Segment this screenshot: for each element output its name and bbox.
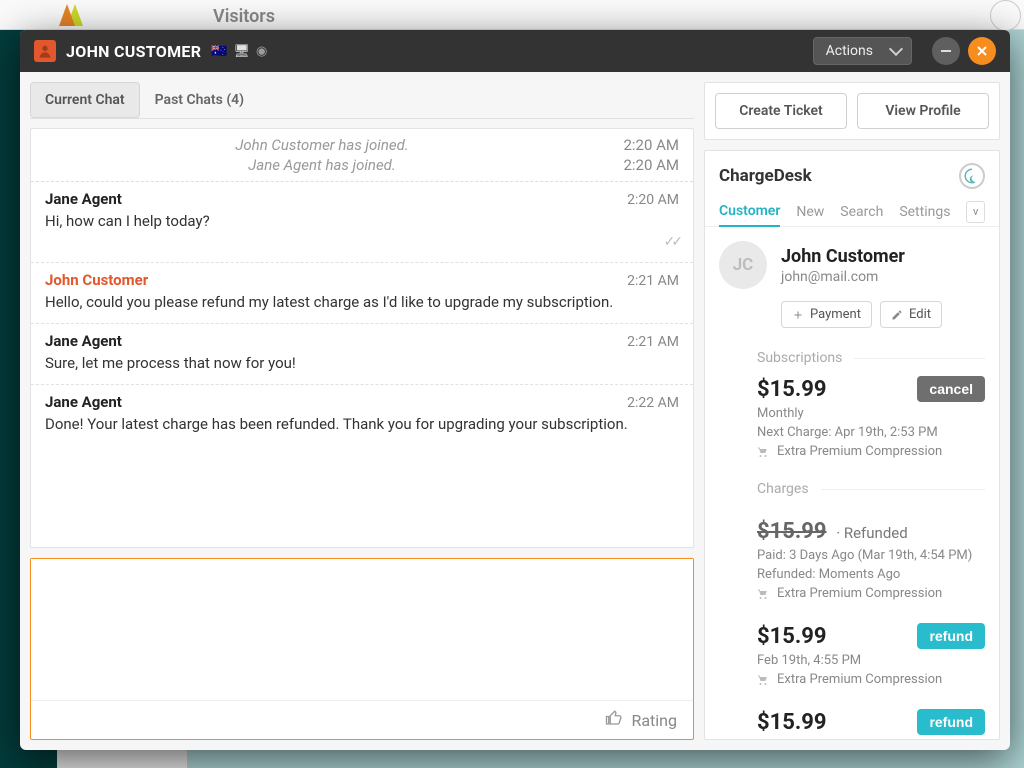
cd-customer-name: John Customer bbox=[781, 246, 905, 267]
system-event-text: Jane Agent has joined. bbox=[45, 156, 599, 174]
thumbs-up-icon[interactable] bbox=[605, 709, 623, 731]
chargedesk-title: ChargeDesk bbox=[719, 166, 812, 186]
subscription-interval: Monthly bbox=[757, 406, 985, 421]
system-event-time: 2:20 AM bbox=[599, 136, 679, 154]
minimize-button[interactable] bbox=[932, 37, 960, 65]
flag-icon: 🇦🇺 bbox=[211, 44, 227, 59]
chargedesk-panel: ChargeDesk Customer New Search Settings … bbox=[704, 150, 1000, 740]
cd-tab-customer[interactable]: Customer bbox=[719, 197, 780, 227]
chat-modal: JOHN CUSTOMER 🇦🇺 🖥 ◉ Actions Current Cha… bbox=[20, 30, 1010, 750]
create-ticket-button[interactable]: Create Ticket bbox=[715, 93, 847, 129]
profile-avatar[interactable] bbox=[990, 0, 1021, 31]
compose-box: Rating bbox=[30, 558, 694, 740]
subscription-amount: $15.99 bbox=[757, 377, 827, 402]
rating-label[interactable]: Rating bbox=[631, 711, 677, 730]
charge-item: $15.99 refund bbox=[757, 705, 985, 735]
cart-icon bbox=[757, 588, 769, 600]
chat-message: John Customer 2:21 AM Hello, could you ple… bbox=[31, 263, 693, 324]
charges-section-title: Charges bbox=[757, 481, 985, 497]
customer-avatar-icon bbox=[34, 40, 56, 62]
charge-product: Extra Premium Compression bbox=[757, 586, 985, 601]
charge-status: · Refunded bbox=[833, 524, 908, 542]
charge-item: $15.99 refund Feb 19th, 4:55 PM Extra Premi… bbox=[757, 619, 985, 687]
read-receipt-icon: ✓✓ bbox=[45, 234, 679, 250]
payment-label: Payment bbox=[810, 307, 861, 322]
charge-amount: $15.99 bbox=[757, 710, 827, 735]
charge-amount: $15.99 bbox=[757, 624, 827, 649]
message-time: 2:21 AM bbox=[627, 273, 679, 289]
customer-name: JOHN CUSTOMER bbox=[66, 42, 201, 61]
message-time: 2:22 AM bbox=[627, 395, 679, 411]
customer-initials-avatar: JC bbox=[719, 241, 767, 289]
charge-amount: $15.99 bbox=[757, 519, 827, 544]
chat-panel: John Customer has joined.2:20 AMJane Age… bbox=[30, 128, 694, 548]
app-logo-icon bbox=[58, 0, 90, 30]
chat-transcript: John Customer has joined.2:20 AMJane Age… bbox=[31, 129, 693, 547]
close-button[interactable] bbox=[968, 37, 996, 65]
refund-button[interactable]: refund bbox=[917, 709, 985, 735]
profile-actions-card: Create Ticket View Profile bbox=[704, 82, 1000, 140]
cart-icon bbox=[757, 674, 769, 686]
browser-icon: ◉ bbox=[256, 44, 267, 59]
charge-item: $15.99 · Refunded Paid: 3 Days Ago (Mar 1… bbox=[757, 515, 985, 601]
add-payment-button[interactable]: Payment bbox=[781, 301, 872, 328]
message-text: Hello, could you please refund my latest… bbox=[45, 293, 679, 311]
message-author: Jane Agent bbox=[45, 393, 122, 411]
edit-label: Edit bbox=[909, 307, 931, 322]
subscriptions-section-title: Subscriptions bbox=[757, 350, 985, 366]
cd-expand-button[interactable]: v bbox=[966, 201, 985, 223]
modal-titlebar: JOHN CUSTOMER 🇦🇺 🖥 ◉ Actions bbox=[20, 30, 1010, 72]
actions-dropdown[interactable]: Actions bbox=[813, 37, 912, 65]
system-event-text: John Customer has joined. bbox=[45, 136, 599, 154]
message-text: Sure, let me process that now for you! bbox=[45, 354, 679, 372]
chat-message: Jane Agent 2:20 AM Hi, how can I help toda… bbox=[31, 182, 693, 263]
plus-icon bbox=[792, 309, 804, 321]
desktop-icon: 🖥 bbox=[233, 44, 250, 59]
charge-date-line: Feb 19th, 4:55 PM bbox=[757, 653, 985, 668]
app-header bbox=[0, 0, 1024, 30]
message-author: Jane Agent bbox=[45, 190, 122, 208]
cd-tab-new[interactable]: New bbox=[796, 198, 824, 226]
charge-product: Extra Premium Compression bbox=[757, 672, 985, 687]
cd-tab-settings[interactable]: Settings bbox=[899, 198, 950, 226]
cd-tab-search[interactable]: Search bbox=[840, 198, 883, 226]
cd-customer-email: john@mail.com bbox=[781, 269, 905, 285]
chat-message: Jane Agent 2:22 AM Done! Your latest charg… bbox=[31, 385, 693, 445]
view-profile-button[interactable]: View Profile bbox=[857, 93, 989, 129]
chat-tabs: Current Chat Past Chats (4) bbox=[30, 82, 694, 119]
tab-past-chats[interactable]: Past Chats (4) bbox=[140, 82, 259, 118]
refund-button[interactable]: refund bbox=[917, 623, 985, 649]
tab-current-chat[interactable]: Current Chat bbox=[30, 82, 140, 118]
message-time: 2:21 AM bbox=[627, 334, 679, 350]
charge-refunded-line: Refunded: Moments Ago bbox=[757, 567, 985, 582]
chat-message: Jane Agent 2:21 AM Sure, let me process th… bbox=[31, 324, 693, 385]
pencil-icon bbox=[891, 309, 903, 321]
message-author: John Customer bbox=[45, 271, 148, 289]
compose-input[interactable] bbox=[31, 559, 693, 700]
message-author: Jane Agent bbox=[45, 332, 122, 350]
message-text: Done! Your latest charge has been refund… bbox=[45, 415, 679, 433]
subscription-next-charge: Next Charge: Apr 19th, 2:53 PM bbox=[757, 425, 985, 440]
system-event-time: 2:20 AM bbox=[599, 156, 679, 174]
message-text: Hi, how can I help today? bbox=[45, 212, 679, 230]
cancel-subscription-button[interactable]: cancel bbox=[917, 376, 985, 402]
chargedesk-tabs: Customer New Search Settings v bbox=[705, 197, 999, 227]
cart-icon bbox=[757, 446, 769, 458]
charge-paid-line: Paid: 3 Days Ago (Mar 19th, 4:54 PM) bbox=[757, 548, 985, 563]
edit-customer-button[interactable]: Edit bbox=[880, 301, 942, 328]
chargedesk-logo-icon bbox=[959, 163, 985, 189]
page-heading: Visitors bbox=[213, 6, 275, 27]
message-time: 2:20 AM bbox=[627, 192, 679, 208]
customer-meta-icons: 🇦🇺 🖥 ◉ bbox=[211, 44, 267, 59]
subscription-product: Extra Premium Compression bbox=[757, 444, 985, 459]
